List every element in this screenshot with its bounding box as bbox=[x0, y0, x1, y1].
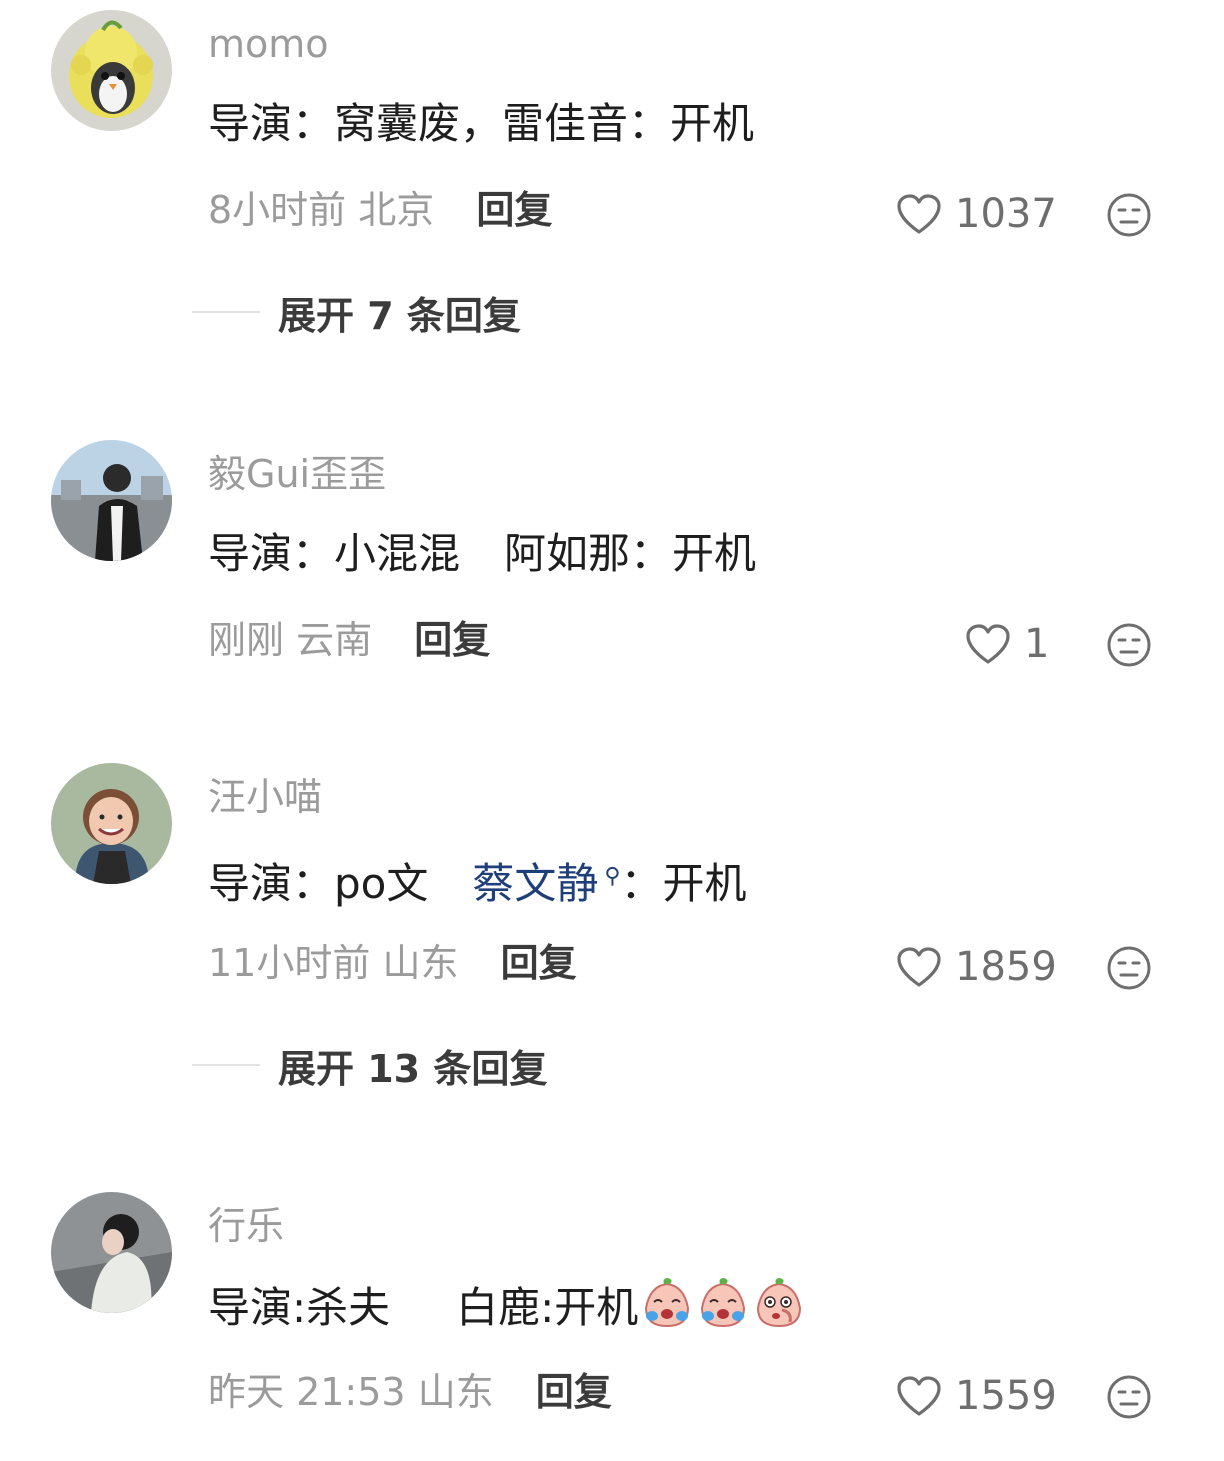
comment-text-part: 导演:杀夫 bbox=[208, 1283, 391, 1332]
shy-peach-emoji bbox=[757, 1278, 802, 1328]
mention-link[interactable]: 蔡文静 bbox=[472, 859, 598, 908]
avatar[interactable] bbox=[51, 1192, 172, 1313]
search-icon[interactable]: ⚲ bbox=[604, 864, 620, 889]
comment-text-part: 导演：小混混 bbox=[208, 529, 461, 578]
expand-replies-button[interactable]: 展开 13 条回复 bbox=[192, 1037, 547, 1093]
comment-meta: 11小时前 山东 回复 bbox=[208, 935, 577, 991]
comment-text: 导演：小混混 阿如那：开机 bbox=[208, 524, 756, 584]
like-count: 1859 bbox=[955, 944, 1057, 990]
username[interactable]: 毅Gui歪歪 bbox=[208, 448, 386, 500]
comment-text-part: ：开机 bbox=[620, 859, 747, 908]
comment-text-part: 阿如那：开机 bbox=[504, 529, 757, 578]
heart-outline-icon bbox=[897, 194, 941, 234]
username[interactable]: 行乐 bbox=[208, 1200, 284, 1252]
avatar[interactable] bbox=[51, 10, 172, 131]
heart-outline-icon bbox=[897, 1376, 941, 1416]
timestamp: 11小时前 bbox=[208, 941, 371, 985]
comment-meta: 昨天 21:53 山东 回复 bbox=[208, 1364, 612, 1420]
comment-text-part: 导演：窝囊废，雷佳音：开机 bbox=[208, 99, 755, 148]
like-button[interactable]: 1 bbox=[964, 616, 1049, 672]
comment-text-part: 导演：po文 bbox=[208, 859, 429, 908]
comment-meta: 8小时前 北京 回复 bbox=[208, 182, 552, 238]
expand-replies-button[interactable]: 展开 7 条回复 bbox=[192, 284, 521, 340]
location: 云南 bbox=[296, 618, 373, 662]
comment-text-part: 白鹿:开机 bbox=[456, 1283, 639, 1332]
avatar-image bbox=[51, 1192, 172, 1313]
reply-button[interactable]: 回复 bbox=[501, 941, 577, 985]
comment-text: 导演:杀夫 白鹿:开机 bbox=[208, 1276, 806, 1338]
like-button[interactable]: 1559 bbox=[895, 1368, 1057, 1424]
avatar-image bbox=[51, 10, 172, 131]
expand-replies-label: 展开 7 条回复 bbox=[278, 293, 521, 338]
like-count: 1 bbox=[1024, 621, 1050, 667]
neutral-face-icon[interactable] bbox=[1106, 945, 1152, 991]
avatar[interactable] bbox=[51, 440, 172, 561]
divider-line bbox=[192, 311, 260, 313]
timestamp: 8小时前 bbox=[208, 188, 347, 232]
reply-button[interactable]: 回复 bbox=[476, 188, 552, 232]
divider-line bbox=[192, 1064, 260, 1066]
timestamp: 昨天 21:53 bbox=[208, 1370, 406, 1414]
location: 北京 bbox=[358, 188, 435, 232]
like-count: 1037 bbox=[955, 191, 1057, 237]
heart-outline-icon bbox=[966, 624, 1010, 664]
reply-button[interactable]: 回复 bbox=[536, 1370, 612, 1414]
username[interactable]: momo bbox=[208, 18, 329, 70]
neutral-face-icon[interactable] bbox=[1106, 192, 1152, 238]
timestamp: 刚刚 bbox=[208, 618, 285, 662]
neutral-face-icon[interactable] bbox=[1106, 1374, 1152, 1420]
location: 山东 bbox=[417, 1370, 494, 1414]
avatar-image bbox=[51, 763, 172, 884]
comment-text: 导演：窝囊废，雷佳音：开机 bbox=[208, 94, 754, 154]
comment-text: 导演：po文 蔡文静 ⚲：开机 bbox=[208, 847, 747, 914]
avatar[interactable] bbox=[51, 763, 172, 884]
avatar-image bbox=[51, 440, 172, 561]
comment-list: momo 导演：窝囊废，雷佳音：开机 8小时前 北京 回复 1037 展开 7 … bbox=[0, 0, 1224, 1461]
crying-peach-emoji bbox=[701, 1278, 746, 1328]
expand-replies-label: 展开 13 条回复 bbox=[278, 1046, 548, 1091]
location: 山东 bbox=[382, 941, 459, 985]
like-button[interactable]: 1859 bbox=[895, 939, 1057, 995]
neutral-face-icon[interactable] bbox=[1106, 622, 1152, 668]
like-button[interactable]: 1037 bbox=[895, 186, 1057, 242]
like-count: 1559 bbox=[955, 1373, 1057, 1419]
comment-meta: 刚刚 云南 回复 bbox=[208, 612, 490, 668]
crying-peach-emoji bbox=[645, 1278, 690, 1328]
heart-outline-icon bbox=[897, 947, 941, 987]
username[interactable]: 汪小喵 bbox=[208, 771, 322, 823]
reply-button[interactable]: 回复 bbox=[414, 618, 490, 662]
